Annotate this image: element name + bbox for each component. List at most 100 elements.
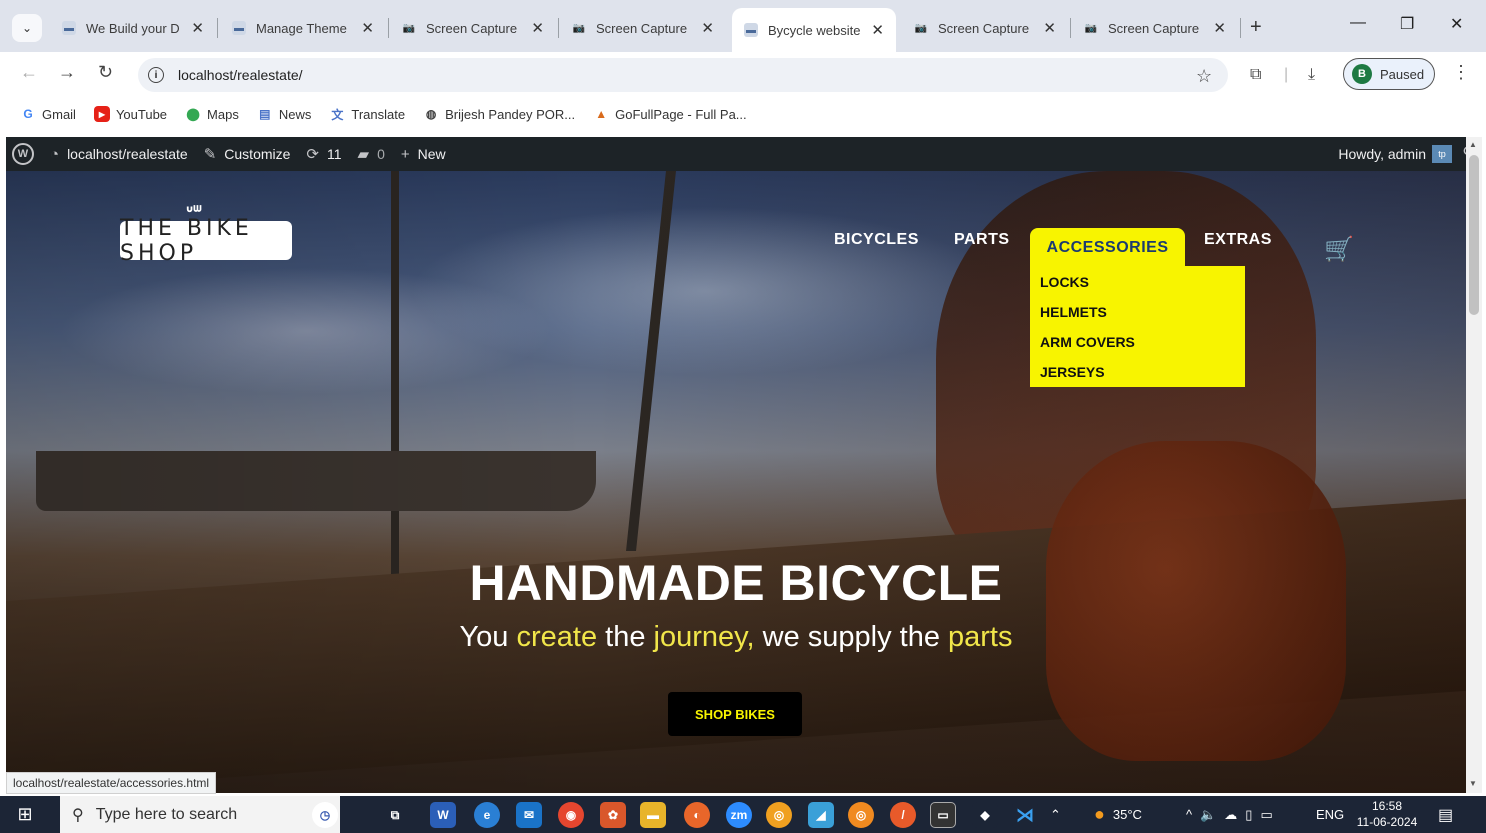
wp-account-menu[interactable]: Howdy, admin tp	[1338, 137, 1452, 171]
close-window-icon[interactable]: ✕	[1450, 14, 1463, 34]
browser-menu-icon[interactable]: ⋮	[1452, 62, 1470, 83]
dropdown-item-helmets[interactable]: HELMETS	[1040, 300, 1245, 330]
app-icon[interactable]: ◎	[848, 802, 874, 828]
restore-icon[interactable]: ❐	[1400, 14, 1414, 34]
weather-widget[interactable]: ● 35°C	[1094, 796, 1142, 833]
bookmark-maps[interactable]: ⬤ Maps	[185, 106, 239, 122]
extensions-icon[interactable]: ⧉	[1250, 66, 1261, 84]
address-url[interactable]: localhost/realestate/	[178, 67, 303, 83]
wp-customize-link[interactable]: ✎ Customize	[204, 145, 291, 163]
language-indicator[interactable]: ENG	[1316, 796, 1344, 833]
bookmarks-bar: G Gmail ▶ YouTube ⬤ Maps ▤ News 文 Translate ◍…	[0, 96, 1486, 132]
close-tab-icon[interactable]: ✕	[871, 21, 884, 39]
tab-divider	[388, 18, 389, 38]
mail-icon[interactable]: ✉	[516, 802, 542, 828]
close-tab-icon[interactable]: ✕	[531, 19, 544, 37]
dropdown-item-locks[interactable]: LOCKS	[1040, 270, 1245, 300]
chrome-icon[interactable]: ◉	[558, 802, 584, 828]
terminal-icon[interactable]: ▭	[930, 802, 956, 828]
hero-section: ᐡᐜ THE BIKE SHOP BICYCLES PARTS ACCESSOR…	[6, 171, 1466, 793]
zoom-icon[interactable]: zm	[726, 802, 752, 828]
cart-icon[interactable]: 🛒	[1324, 235, 1354, 264]
search-icon: ⚲	[72, 806, 84, 824]
vscode-icon[interactable]: ⋊	[1012, 802, 1038, 828]
taskbar-search[interactable]: ⚲ Type here to search	[60, 796, 340, 833]
camera-icon: 📷	[1084, 22, 1098, 34]
wp-updates-link[interactable]: ⟳ 11	[306, 145, 341, 163]
scrollbar-thumb[interactable]	[1469, 155, 1479, 315]
back-icon[interactable]: ←	[20, 62, 38, 83]
file-explorer-icon[interactable]: ▬	[640, 802, 666, 828]
edge-icon[interactable]: e	[474, 802, 500, 828]
nav-extras[interactable]: EXTRAS	[1204, 231, 1272, 249]
bookmark-star-icon[interactable]: ☆	[1196, 66, 1212, 87]
wp-comments-link[interactable]: ▰ 0	[358, 145, 385, 163]
tray-overflow-icon[interactable]: ⌃	[1050, 796, 1061, 833]
battery-icon[interactable]: ▯	[1245, 807, 1252, 823]
close-tab-icon[interactable]: ✕	[1043, 19, 1056, 37]
bookmark-youtube[interactable]: ▶ YouTube	[93, 106, 167, 122]
nav-parts[interactable]: PARTS	[954, 231, 1010, 249]
close-tab-icon[interactable]: ✕	[701, 19, 714, 37]
youtube-icon: ▶	[93, 106, 110, 122]
download-icon[interactable]: ⤓	[1308, 66, 1315, 84]
word-icon[interactable]: W	[430, 802, 456, 828]
scroll-up-icon[interactable]: ▲	[1469, 140, 1477, 149]
bookmark-gofullpage[interactable]: ▲ GoFullPage - Full Pa...	[593, 106, 746, 122]
address-bar[interactable]: i localhost/realestate/	[138, 58, 1228, 92]
shop-bikes-button[interactable]: SHOP BIKES	[668, 692, 802, 736]
git-icon[interactable]: ◆	[972, 802, 998, 828]
page-scrollbar[interactable]: ▲ ▼	[1466, 137, 1482, 793]
minimize-icon[interactable]: —	[1350, 14, 1366, 32]
tab-search-button[interactable]: ⌄	[12, 14, 42, 42]
cortana-clock-icon[interactable]: ◷	[312, 802, 338, 828]
close-tab-icon[interactable]: ✕	[361, 19, 374, 37]
windows-start-icon[interactable]: ⊞	[0, 796, 50, 833]
reload-icon[interactable]: ↻	[98, 62, 113, 83]
network-icon[interactable]: ▭	[1260, 807, 1272, 823]
windows-taskbar: ⊞ ⚲ Type here to search ◷ ⧉ W e ✉ ◉ ✿ ▬ …	[0, 796, 1486, 833]
task-view-icon[interactable]: ⧉	[382, 802, 408, 828]
browser-tab[interactable]: 📷 Screen Capture ✕	[1072, 10, 1238, 46]
scroll-down-icon[interactable]: ▼	[1469, 779, 1477, 788]
site-info-icon[interactable]: i	[148, 67, 164, 83]
chevron-up-icon[interactable]: ^	[1186, 807, 1192, 822]
wordpress-icon[interactable]: W	[12, 143, 34, 165]
app-icon[interactable]: ◢	[808, 802, 834, 828]
forward-icon[interactable]: →	[58, 62, 76, 83]
system-tray: ^ 🔈 ☁ ▯ ▭	[1186, 796, 1273, 833]
app-icon[interactable]: ◎	[766, 802, 792, 828]
app-icon[interactable]: ✿	[600, 802, 626, 828]
cloud-icon[interactable]: ☁	[1224, 807, 1237, 823]
app-icon[interactable]: /	[890, 802, 916, 828]
browser-tab-active[interactable]: ▬ Bycycle website ✕	[732, 8, 896, 52]
notifications-icon[interactable]: ▤	[1438, 796, 1453, 833]
nav-bicycles[interactable]: BICYCLES	[834, 231, 919, 249]
browser-tab[interactable]: ▬ Manage Theme ✕	[220, 10, 386, 46]
browser-tab[interactable]: 📷 Screen Capture ✕	[560, 10, 726, 46]
browser-tab[interactable]: 📷 Screen Capture ✕	[902, 10, 1068, 46]
taskbar-clock[interactable]: 16:58 11-06-2024	[1352, 798, 1422, 830]
site-favicon-icon: ▬	[232, 21, 246, 35]
close-tab-icon[interactable]: ✕	[1213, 19, 1226, 37]
bookmark-translate[interactable]: 文 Translate	[329, 106, 405, 122]
dropdown-item-jerseys[interactable]: JERSEYS	[1040, 360, 1245, 390]
wp-new-link[interactable]: + New	[401, 146, 446, 163]
volume-icon[interactable]: 🔈	[1200, 807, 1216, 823]
new-tab-icon[interactable]: +	[1250, 16, 1262, 39]
wp-site-link[interactable]: ◔ localhost/realestate	[50, 146, 188, 163]
profile-status: Paused	[1380, 66, 1425, 82]
bookmark-portfolio[interactable]: ◍ Brijesh Pandey POR...	[423, 106, 575, 122]
dropdown-item-arm-covers[interactable]: ARM COVERS	[1040, 330, 1245, 360]
firefox-icon[interactable]: ◐	[684, 802, 710, 828]
nav-accessories[interactable]: ACCESSORIES	[1030, 228, 1185, 268]
globe-icon: ◍	[425, 107, 437, 121]
plus-icon: +	[400, 145, 410, 163]
bookmark-gmail[interactable]: G Gmail	[20, 106, 76, 122]
browser-tab[interactable]: 📷 Screen Capture ✕	[390, 10, 556, 46]
close-tab-icon[interactable]: ✕	[191, 19, 204, 37]
bookmark-news[interactable]: ▤ News	[257, 106, 311, 122]
browser-tab[interactable]: ▬ We Build your D ✕	[50, 10, 216, 46]
profile-button[interactable]: B Paused	[1343, 58, 1435, 90]
site-logo[interactable]: THE BIKE SHOP	[120, 216, 292, 266]
